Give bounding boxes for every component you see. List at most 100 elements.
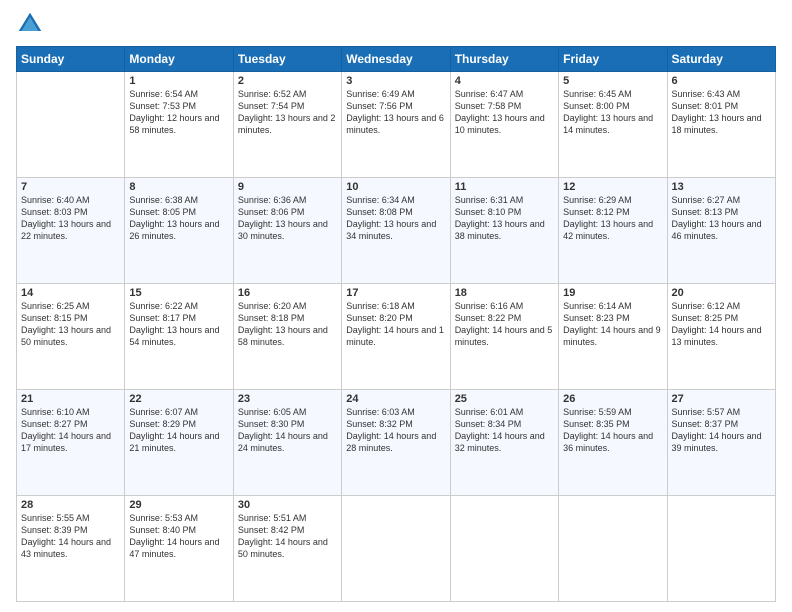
day-info: Sunrise: 6:34 AMSunset: 8:08 PMDaylight:… xyxy=(346,194,445,243)
calendar-cell: 22Sunrise: 6:07 AMSunset: 8:29 PMDayligh… xyxy=(125,390,233,496)
calendar-cell: 13Sunrise: 6:27 AMSunset: 8:13 PMDayligh… xyxy=(667,178,775,284)
day-number: 24 xyxy=(346,393,445,405)
calendar-cell: 19Sunrise: 6:14 AMSunset: 8:23 PMDayligh… xyxy=(559,284,667,390)
day-number: 2 xyxy=(238,75,337,87)
day-number: 10 xyxy=(346,181,445,193)
calendar-cell: 5Sunrise: 6:45 AMSunset: 8:00 PMDaylight… xyxy=(559,72,667,178)
day-info: Sunrise: 6:31 AMSunset: 8:10 PMDaylight:… xyxy=(455,194,554,243)
calendar-cell: 3Sunrise: 6:49 AMSunset: 7:56 PMDaylight… xyxy=(342,72,450,178)
calendar-cell xyxy=(342,496,450,602)
day-info: Sunrise: 5:55 AMSunset: 8:39 PMDaylight:… xyxy=(21,512,120,561)
calendar-cell: 10Sunrise: 6:34 AMSunset: 8:08 PMDayligh… xyxy=(342,178,450,284)
day-info: Sunrise: 6:40 AMSunset: 8:03 PMDaylight:… xyxy=(21,194,120,243)
calendar-cell: 17Sunrise: 6:18 AMSunset: 8:20 PMDayligh… xyxy=(342,284,450,390)
calendar-week-row: 21Sunrise: 6:10 AMSunset: 8:27 PMDayligh… xyxy=(17,390,776,496)
day-number: 13 xyxy=(672,181,771,193)
calendar-cell: 24Sunrise: 6:03 AMSunset: 8:32 PMDayligh… xyxy=(342,390,450,496)
calendar-cell: 14Sunrise: 6:25 AMSunset: 8:15 PMDayligh… xyxy=(17,284,125,390)
weekday-header: Thursday xyxy=(450,47,558,72)
calendar-week-row: 14Sunrise: 6:25 AMSunset: 8:15 PMDayligh… xyxy=(17,284,776,390)
day-number: 17 xyxy=(346,287,445,299)
day-info: Sunrise: 6:54 AMSunset: 7:53 PMDaylight:… xyxy=(129,88,228,137)
calendar-cell: 11Sunrise: 6:31 AMSunset: 8:10 PMDayligh… xyxy=(450,178,558,284)
calendar-cell: 28Sunrise: 5:55 AMSunset: 8:39 PMDayligh… xyxy=(17,496,125,602)
day-number: 27 xyxy=(672,393,771,405)
calendar-cell: 7Sunrise: 6:40 AMSunset: 8:03 PMDaylight… xyxy=(17,178,125,284)
day-number: 22 xyxy=(129,393,228,405)
day-number: 18 xyxy=(455,287,554,299)
day-number: 28 xyxy=(21,499,120,511)
day-info: Sunrise: 6:25 AMSunset: 8:15 PMDaylight:… xyxy=(21,300,120,349)
day-info: Sunrise: 6:05 AMSunset: 8:30 PMDaylight:… xyxy=(238,406,337,455)
day-number: 16 xyxy=(238,287,337,299)
calendar-cell: 2Sunrise: 6:52 AMSunset: 7:54 PMDaylight… xyxy=(233,72,341,178)
day-info: Sunrise: 6:47 AMSunset: 7:58 PMDaylight:… xyxy=(455,88,554,137)
weekday-header: Monday xyxy=(125,47,233,72)
day-number: 21 xyxy=(21,393,120,405)
day-info: Sunrise: 5:51 AMSunset: 8:42 PMDaylight:… xyxy=(238,512,337,561)
day-info: Sunrise: 6:03 AMSunset: 8:32 PMDaylight:… xyxy=(346,406,445,455)
day-info: Sunrise: 6:36 AMSunset: 8:06 PMDaylight:… xyxy=(238,194,337,243)
day-number: 5 xyxy=(563,75,662,87)
day-number: 1 xyxy=(129,75,228,87)
weekday-header: Wednesday xyxy=(342,47,450,72)
calendar-cell xyxy=(17,72,125,178)
day-info: Sunrise: 6:43 AMSunset: 8:01 PMDaylight:… xyxy=(672,88,771,137)
calendar-cell: 12Sunrise: 6:29 AMSunset: 8:12 PMDayligh… xyxy=(559,178,667,284)
day-info: Sunrise: 6:14 AMSunset: 8:23 PMDaylight:… xyxy=(563,300,662,349)
header xyxy=(16,10,776,38)
weekday-header: Sunday xyxy=(17,47,125,72)
calendar-cell: 26Sunrise: 5:59 AMSunset: 8:35 PMDayligh… xyxy=(559,390,667,496)
day-info: Sunrise: 6:18 AMSunset: 8:20 PMDaylight:… xyxy=(346,300,445,349)
day-number: 20 xyxy=(672,287,771,299)
day-info: Sunrise: 5:59 AMSunset: 8:35 PMDaylight:… xyxy=(563,406,662,455)
weekday-header: Friday xyxy=(559,47,667,72)
calendar-cell: 18Sunrise: 6:16 AMSunset: 8:22 PMDayligh… xyxy=(450,284,558,390)
calendar-cell: 27Sunrise: 5:57 AMSunset: 8:37 PMDayligh… xyxy=(667,390,775,496)
day-info: Sunrise: 5:57 AMSunset: 8:37 PMDaylight:… xyxy=(672,406,771,455)
calendar-table: SundayMondayTuesdayWednesdayThursdayFrid… xyxy=(16,46,776,602)
calendar-cell: 20Sunrise: 6:12 AMSunset: 8:25 PMDayligh… xyxy=(667,284,775,390)
day-number: 19 xyxy=(563,287,662,299)
page: SundayMondayTuesdayWednesdayThursdayFrid… xyxy=(0,0,792,612)
calendar-cell: 16Sunrise: 6:20 AMSunset: 8:18 PMDayligh… xyxy=(233,284,341,390)
day-number: 25 xyxy=(455,393,554,405)
day-number: 4 xyxy=(455,75,554,87)
calendar-cell: 30Sunrise: 5:51 AMSunset: 8:42 PMDayligh… xyxy=(233,496,341,602)
calendar-cell xyxy=(450,496,558,602)
day-info: Sunrise: 6:22 AMSunset: 8:17 PMDaylight:… xyxy=(129,300,228,349)
weekday-header: Tuesday xyxy=(233,47,341,72)
day-info: Sunrise: 6:07 AMSunset: 8:29 PMDaylight:… xyxy=(129,406,228,455)
calendar-cell: 21Sunrise: 6:10 AMSunset: 8:27 PMDayligh… xyxy=(17,390,125,496)
calendar-cell: 25Sunrise: 6:01 AMSunset: 8:34 PMDayligh… xyxy=(450,390,558,496)
day-number: 11 xyxy=(455,181,554,193)
calendar-cell: 6Sunrise: 6:43 AMSunset: 8:01 PMDaylight… xyxy=(667,72,775,178)
day-number: 15 xyxy=(129,287,228,299)
day-info: Sunrise: 6:29 AMSunset: 8:12 PMDaylight:… xyxy=(563,194,662,243)
calendar-week-row: 28Sunrise: 5:55 AMSunset: 8:39 PMDayligh… xyxy=(17,496,776,602)
calendar-cell: 4Sunrise: 6:47 AMSunset: 7:58 PMDaylight… xyxy=(450,72,558,178)
day-info: Sunrise: 6:01 AMSunset: 8:34 PMDaylight:… xyxy=(455,406,554,455)
calendar-cell: 23Sunrise: 6:05 AMSunset: 8:30 PMDayligh… xyxy=(233,390,341,496)
day-number: 29 xyxy=(129,499,228,511)
logo xyxy=(16,10,48,38)
day-info: Sunrise: 6:20 AMSunset: 8:18 PMDaylight:… xyxy=(238,300,337,349)
day-number: 26 xyxy=(563,393,662,405)
day-number: 9 xyxy=(238,181,337,193)
day-number: 6 xyxy=(672,75,771,87)
calendar-cell: 29Sunrise: 5:53 AMSunset: 8:40 PMDayligh… xyxy=(125,496,233,602)
day-info: Sunrise: 6:38 AMSunset: 8:05 PMDaylight:… xyxy=(129,194,228,243)
day-info: Sunrise: 6:10 AMSunset: 8:27 PMDaylight:… xyxy=(21,406,120,455)
day-info: Sunrise: 6:52 AMSunset: 7:54 PMDaylight:… xyxy=(238,88,337,137)
day-info: Sunrise: 6:49 AMSunset: 7:56 PMDaylight:… xyxy=(346,88,445,137)
calendar-header-row: SundayMondayTuesdayWednesdayThursdayFrid… xyxy=(17,47,776,72)
day-info: Sunrise: 6:12 AMSunset: 8:25 PMDaylight:… xyxy=(672,300,771,349)
day-number: 14 xyxy=(21,287,120,299)
calendar-week-row: 1Sunrise: 6:54 AMSunset: 7:53 PMDaylight… xyxy=(17,72,776,178)
day-info: Sunrise: 6:45 AMSunset: 8:00 PMDaylight:… xyxy=(563,88,662,137)
day-number: 7 xyxy=(21,181,120,193)
calendar-cell: 8Sunrise: 6:38 AMSunset: 8:05 PMDaylight… xyxy=(125,178,233,284)
calendar-cell xyxy=(667,496,775,602)
calendar-week-row: 7Sunrise: 6:40 AMSunset: 8:03 PMDaylight… xyxy=(17,178,776,284)
day-number: 30 xyxy=(238,499,337,511)
